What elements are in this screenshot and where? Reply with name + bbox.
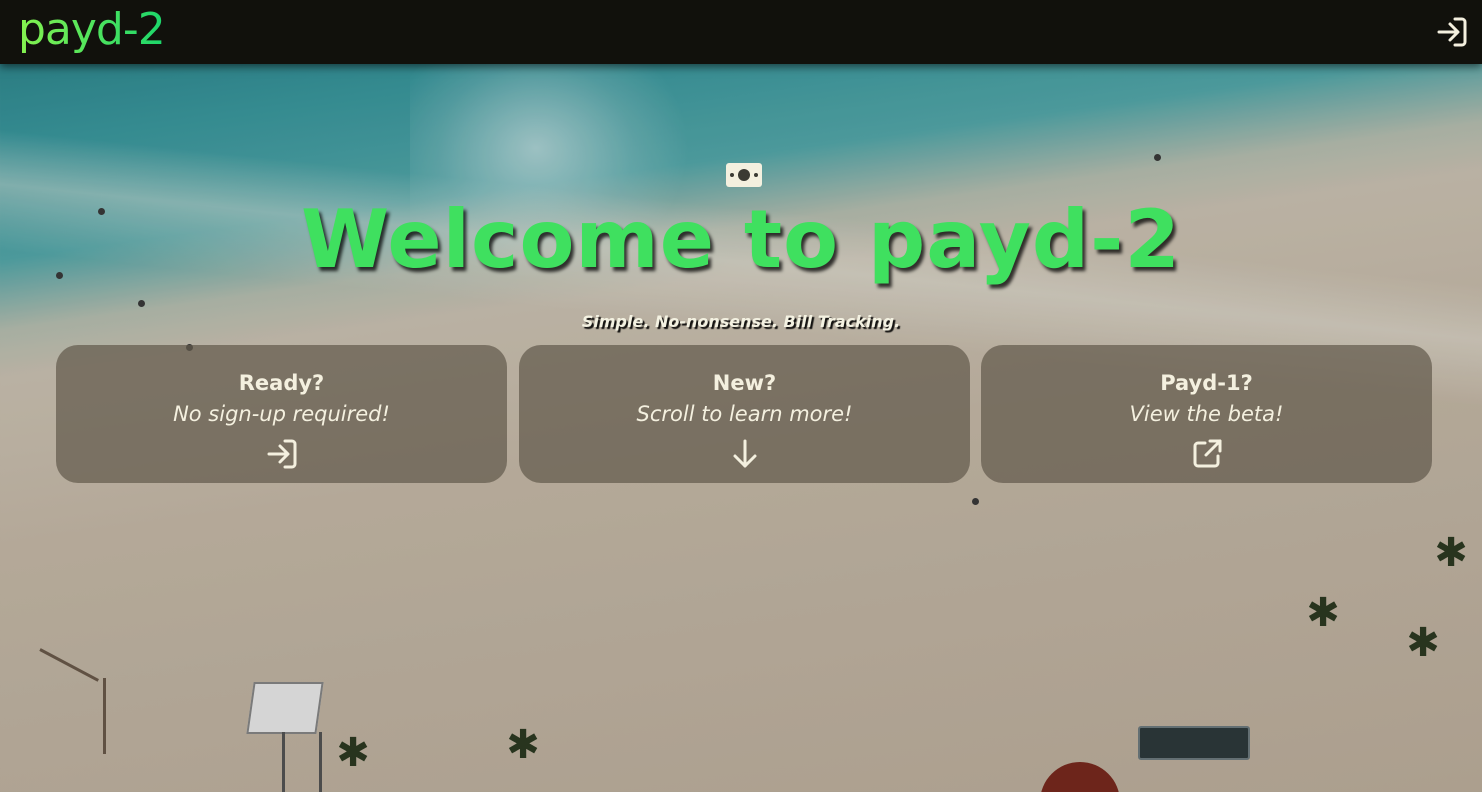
card-description: View the beta! xyxy=(1129,402,1284,426)
action-cards: Ready? No sign-up required! New? Scroll … xyxy=(56,345,1432,483)
top-navbar: payd-2 xyxy=(0,0,1482,64)
card-new[interactable]: New? Scroll to learn more! xyxy=(519,345,970,483)
beachgoer xyxy=(972,498,979,505)
app-logo[interactable]: payd-2 xyxy=(18,4,166,56)
palm-tree: ✱ xyxy=(1434,530,1468,576)
hero-subtitle: Simple. No-nonsense. Bill Tracking. xyxy=(581,312,901,331)
card-payd-1[interactable]: Payd-1? View the beta! xyxy=(981,345,1432,483)
card-title: New? xyxy=(712,371,777,395)
beachgoer xyxy=(138,300,145,307)
beach-pole-post xyxy=(103,678,106,754)
arrow-down-icon xyxy=(733,439,756,468)
sign-in-icon xyxy=(1437,17,1467,47)
palm-tree: ✱ xyxy=(1306,590,1340,636)
lifeguard-tower-legs xyxy=(282,732,322,792)
money-bill-icon xyxy=(726,163,762,187)
sign-in-icon xyxy=(267,439,296,469)
palm-tree: ✱ xyxy=(1406,620,1440,666)
palm-tree: ✱ xyxy=(506,722,540,768)
beach-pole xyxy=(39,648,99,682)
hero-title: Welcome to payd-2 xyxy=(300,193,1182,286)
parked-vehicle xyxy=(1138,726,1250,760)
lifeguard-tower xyxy=(246,682,324,734)
swimmer xyxy=(1154,154,1161,161)
card-ready[interactable]: Ready? No sign-up required! xyxy=(56,345,507,483)
external-link-icon xyxy=(1193,439,1221,468)
card-title: Ready? xyxy=(238,371,325,395)
card-description: No sign-up required! xyxy=(173,402,390,426)
beach-hut xyxy=(1040,762,1120,792)
card-title: Payd-1? xyxy=(1160,371,1253,395)
palm-tree: ✱ xyxy=(336,730,370,776)
header-login-button[interactable] xyxy=(1434,14,1470,50)
card-description: Scroll to learn more! xyxy=(636,402,853,426)
